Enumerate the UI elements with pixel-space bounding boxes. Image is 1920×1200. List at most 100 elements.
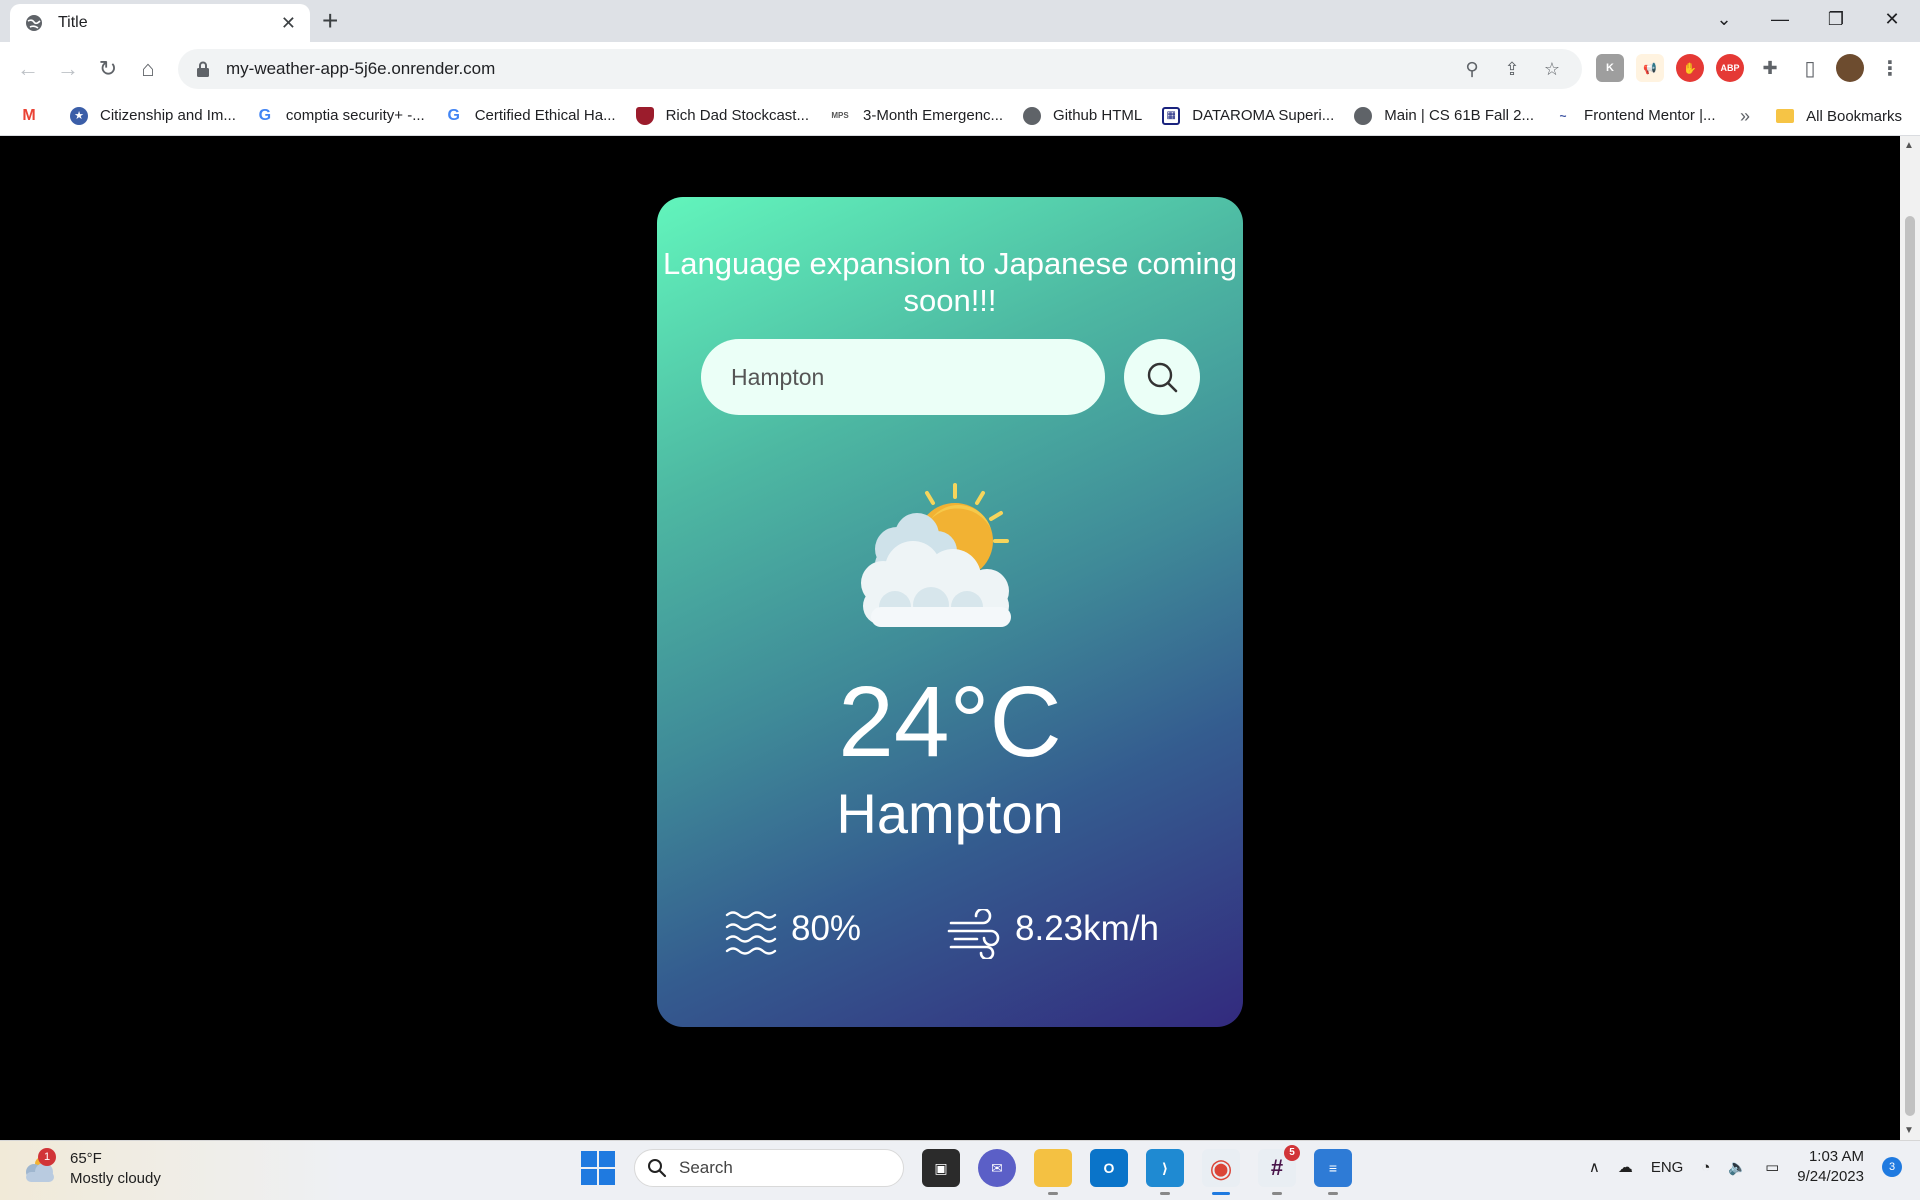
megaphone-extension-icon[interactable]: 📢	[1636, 54, 1664, 82]
sidepanel-icon[interactable]: ▯	[1796, 54, 1824, 82]
battery-icon[interactable]: ▭	[1765, 1158, 1779, 1176]
bookmark-label: Frontend Mentor |...	[1584, 107, 1716, 124]
shield-icon	[635, 106, 654, 125]
puzzle-icon[interactable]: ✚	[1756, 54, 1784, 82]
city-name: Hampton	[836, 782, 1064, 845]
windows-taskbar: 1 65°F Mostly cloudy Search ▣ ✉ O ⟩ ◉ #5…	[0, 1140, 1920, 1200]
bookmarks-overflow-icon[interactable]: »	[1740, 96, 1750, 136]
humidity-value: 80%	[791, 909, 862, 948]
tab-search-icon[interactable]: ⌄	[1696, 0, 1752, 38]
task-view-icon[interactable]: ▣	[922, 1149, 960, 1187]
url-text[interactable]: my-weather-app-5j6e.onrender.com	[226, 59, 1444, 79]
teams-chat-icon[interactable]: ✉	[978, 1149, 1016, 1187]
onedrive-icon[interactable]: ☁	[1618, 1158, 1633, 1176]
taskbar-search-box[interactable]: Search	[634, 1149, 904, 1187]
announcement-banner: Language expansion to Japanese coming so…	[663, 246, 1237, 318]
menu-kebab-icon[interactable]: ⋮	[1876, 54, 1904, 82]
bookmark-item[interactable]: ★ Citizenship and Im...	[70, 106, 236, 125]
wind-speed-value: 8.23km/h	[1015, 909, 1159, 948]
bookmark-item[interactable]: Rich Dad Stockcast...	[635, 106, 809, 125]
stop-extension-icon[interactable]: ✋	[1676, 54, 1704, 82]
globe-icon	[1023, 106, 1042, 125]
bookmark-label: Main | CS 61B Fall 2...	[1384, 107, 1535, 124]
outlook-icon[interactable]: O	[1090, 1149, 1128, 1187]
google-icon: G	[447, 106, 460, 124]
taskbar-weather-temp: 65°F	[70, 1150, 102, 1167]
system-tray: ∧ ☁ ENG ◔ 🔈 ▭ 1:03 AM 9/24/2023 3	[1589, 1147, 1902, 1187]
k-extension-icon[interactable]: K	[1596, 54, 1624, 82]
globe-icon	[1354, 106, 1373, 125]
search-icon	[1147, 362, 1178, 393]
new-tab-button[interactable]: +	[322, 6, 338, 36]
language-indicator[interactable]: ENG	[1651, 1159, 1684, 1176]
abp-extension-icon[interactable]: ABP	[1716, 54, 1744, 82]
vscode-icon[interactable]: ⟩	[1146, 1149, 1184, 1195]
folder-icon	[1776, 109, 1795, 123]
tab-title: Title	[58, 14, 88, 31]
clock-date: 9/24/2023	[1797, 1168, 1864, 1185]
google-icon: G	[258, 106, 272, 124]
humidity-section: 80%	[723, 909, 861, 959]
notepad-icon[interactable]: ≡	[1314, 1149, 1352, 1195]
bookmark-label: 3-Month Emergenc...	[862, 107, 1004, 124]
slack-icon[interactable]: #5	[1258, 1145, 1300, 1195]
wifi-icon[interactable]: ◔	[1701, 1159, 1710, 1176]
close-window-icon[interactable]: ✕	[1864, 0, 1920, 38]
search-icon	[648, 1159, 667, 1178]
chrome-icon[interactable]: ◉	[1202, 1149, 1240, 1195]
bookmark-item[interactable]: ▦ DATAROMA Superi...	[1162, 106, 1335, 125]
weather-alert-badge: 1	[38, 1148, 56, 1166]
slack-notification-badge: 5	[1284, 1145, 1300, 1161]
taskbar-weather-widget[interactable]: 1 65°F Mostly cloudy	[22, 1148, 161, 1189]
bookmark-item[interactable]: Main | CS 61B Fall 2...	[1354, 106, 1535, 125]
home-icon[interactable]: ⌂	[128, 56, 168, 82]
bookmark-label: DATAROMA Superi...	[1192, 107, 1335, 124]
minimize-icon[interactable]: —	[1752, 0, 1808, 38]
restore-icon[interactable]: ❐	[1808, 0, 1864, 38]
bookmark-label: comptia security+ -...	[285, 107, 425, 124]
bookmark-gmail[interactable]: M	[20, 107, 50, 125]
mps-icon: MPS	[831, 111, 849, 120]
bookmark-item[interactable]: MPS 3-Month Emergenc...	[829, 107, 1003, 125]
scrollbar[interactable]: ▲ ▼	[1900, 136, 1920, 1140]
temperature: 24°C	[838, 666, 1062, 778]
back-icon[interactable]: ←	[8, 56, 48, 82]
bookmark-item[interactable]: G Certified Ethical Ha...	[445, 106, 616, 125]
clock-time: 1:03 AM	[1808, 1148, 1864, 1165]
scrollbar-thumb[interactable]	[1905, 216, 1915, 1116]
bookmark-label: Rich Dad Stockcast...	[665, 107, 809, 124]
clock[interactable]: 1:03 AM 9/24/2023	[1797, 1147, 1864, 1187]
seal-icon: ★	[70, 106, 88, 125]
city-search-input[interactable]	[701, 339, 1105, 415]
show-hidden-icons-icon[interactable]: ∧	[1589, 1158, 1600, 1176]
close-tab-icon[interactable]: ✕	[281, 13, 296, 34]
gmail-icon: M	[22, 106, 36, 124]
reload-icon[interactable]: ↻	[88, 56, 128, 82]
bookmark-item[interactable]: G comptia security+ -...	[256, 107, 425, 125]
browser-tab[interactable]: Title ✕	[10, 4, 310, 42]
bookmark-label: Certified Ethical Ha...	[474, 107, 616, 124]
window-controls: ⌄ — ❐ ✕	[1696, 0, 1920, 38]
bookmark-item[interactable]: ~ Frontend Mentor |...	[1554, 107, 1716, 125]
fm-icon: ~	[1559, 108, 1567, 123]
location-pin-icon[interactable]: ⚲	[1460, 59, 1484, 80]
file-explorer-icon[interactable]	[1034, 1149, 1072, 1195]
scroll-up-icon[interactable]: ▲	[1904, 140, 1914, 151]
lock-icon[interactable]	[196, 61, 210, 77]
windows-start-icon[interactable]	[580, 1150, 616, 1186]
bookmark-star-icon[interactable]: ☆	[1540, 59, 1564, 80]
all-bookmarks-label: All Bookmarks	[1806, 107, 1902, 125]
cloudy-weather-icon: 1	[22, 1148, 56, 1184]
share-icon[interactable]: ⇪	[1500, 59, 1524, 80]
all-bookmarks-button[interactable]: All Bookmarks	[1776, 96, 1902, 136]
scroll-down-icon[interactable]: ▼	[1904, 1125, 1914, 1136]
volume-icon[interactable]: 🔈	[1728, 1158, 1747, 1176]
bookmarks-bar: M ★ Citizenship and Im... G comptia secu…	[0, 96, 1920, 136]
avatar[interactable]	[1836, 54, 1864, 82]
search-button[interactable]	[1124, 339, 1200, 415]
forward-icon[interactable]: →	[48, 56, 88, 82]
bookmark-label: Citizenship and Im...	[100, 107, 236, 124]
address-bar[interactable]: my-weather-app-5j6e.onrender.com ⚲ ⇪ ☆	[178, 49, 1582, 89]
bookmark-item[interactable]: Github HTML	[1023, 106, 1142, 125]
notification-count-badge[interactable]: 3	[1882, 1157, 1902, 1177]
